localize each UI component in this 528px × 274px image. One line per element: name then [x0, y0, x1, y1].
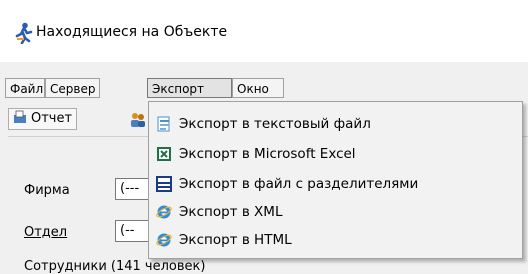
export-dropdown-menu: Экспорт в текстовый файл Экспорт в Micro…: [148, 101, 523, 259]
window-title: Находящиеся на Объекте: [36, 24, 228, 40]
menu-item-label: Экспорт в Microsoft Excel: [179, 146, 356, 162]
menu-export[interactable]: Экспорт: [147, 78, 232, 98]
ie-icon: [156, 205, 172, 219]
menu-item-label: Экспорт в HTML: [179, 232, 292, 248]
running-man-icon: [15, 22, 33, 44]
menu-item-label: Экспорт в файл с разделителями: [179, 176, 419, 192]
delimited-file-icon: [156, 176, 172, 192]
menu-server[interactable]: Сервер: [45, 78, 100, 98]
text-file-icon: [157, 116, 170, 132]
people-icon[interactable]: [130, 112, 146, 128]
dept-label: Отдел: [24, 225, 68, 240]
menu-item-label: Экспорт в XML: [179, 204, 283, 220]
excel-icon: [157, 147, 171, 161]
menu-item-export-delimited[interactable]: Экспорт в файл с разделителями: [153, 172, 517, 196]
menu-item-export-excel[interactable]: Экспорт в Microsoft Excel: [153, 142, 517, 166]
menu-file[interactable]: Файл: [5, 78, 45, 98]
menu-item-export-text[interactable]: Экспорт в текстовый файл: [153, 112, 517, 136]
report-button[interactable]: Отчет: [8, 108, 78, 130]
report-label: Отчет: [31, 111, 73, 126]
menu-item-export-xml[interactable]: Экспорт в XML: [153, 200, 517, 224]
title-bar: Находящиеся на Объекте: [0, 0, 528, 62]
menu-item-export-html[interactable]: Экспорт в HTML: [153, 228, 517, 252]
report-icon: [14, 110, 26, 123]
menu-item-label: Экспорт в текстовый файл: [179, 116, 371, 132]
firm-label: Фирма: [24, 183, 70, 198]
ie-icon: [156, 233, 172, 247]
menu-window[interactable]: Окно: [232, 78, 284, 98]
menu-bar: Файл Сервер Экспорт Окно: [0, 78, 528, 100]
